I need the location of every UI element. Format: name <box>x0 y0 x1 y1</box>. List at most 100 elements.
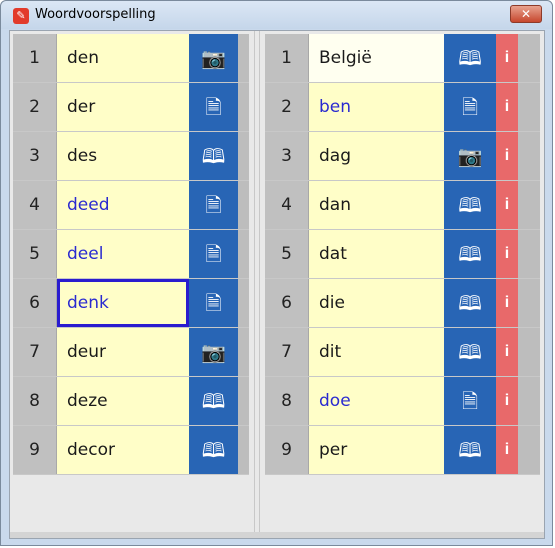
item-number: 2 <box>13 83 57 131</box>
suggestion-word[interactable]: doe <box>309 377 444 425</box>
list-item[interactable]: 4 deed 🗎 <box>13 181 249 230</box>
list-item[interactable]: 5 dat 🕮 i <box>265 230 540 279</box>
book-icon[interactable]: 🕮 <box>444 328 496 376</box>
book-icon[interactable]: 🕮 <box>444 426 496 474</box>
book-icon[interactable]: 🕮 <box>444 279 496 327</box>
book-icon[interactable]: 🕮 <box>444 34 496 82</box>
list-item[interactable]: 5 deel 🗎 <box>13 230 249 279</box>
info-icon[interactable]: i <box>496 426 518 474</box>
suggestion-word[interactable]: deed <box>57 181 189 229</box>
info-icon[interactable]: i <box>496 279 518 327</box>
list-divider <box>254 31 260 538</box>
camera-icon[interactable]: 📷 <box>189 328 238 376</box>
row-spacer <box>518 34 540 82</box>
item-number: 1 <box>265 34 309 82</box>
item-number: 3 <box>265 132 309 180</box>
row-spacer <box>238 132 249 180</box>
window-title: Woordvoorspelling <box>35 7 156 22</box>
suggestion-word[interactable]: ben <box>309 83 444 131</box>
row-spacer <box>518 83 540 131</box>
bottom-bar <box>10 532 544 538</box>
item-number: 5 <box>265 230 309 278</box>
row-spacer <box>518 377 540 425</box>
item-number: 4 <box>265 181 309 229</box>
item-number: 7 <box>265 328 309 376</box>
info-icon[interactable]: i <box>496 230 518 278</box>
item-number: 7 <box>13 328 57 376</box>
list-item[interactable]: 4 dan 🕮 i <box>265 181 540 230</box>
list-item[interactable]: 8 deze 🕮 <box>13 377 249 426</box>
info-icon[interactable]: i <box>496 181 518 229</box>
info-icon[interactable]: i <box>496 83 518 131</box>
row-spacer <box>238 426 249 474</box>
document-icon[interactable]: 🗎 <box>189 230 238 278</box>
title-bar[interactable]: ✎ Woordvoorspelling ✕ <box>1 1 552 29</box>
suggestion-word[interactable]: denk <box>57 279 189 327</box>
book-icon[interactable]: 🕮 <box>444 230 496 278</box>
list-item[interactable]: 1 België 🕮 i <box>265 34 540 83</box>
row-spacer <box>518 328 540 376</box>
info-icon[interactable]: i <box>496 34 518 82</box>
suggestion-word[interactable]: die <box>309 279 444 327</box>
left-word-list: 1 den 📷 2 der 🗎 3 des 🕮 4 deed 🗎 5 deel 🗎 6 denk 🗎 7 deur 📷 8… <box>13 34 249 475</box>
suggestion-word[interactable]: deze <box>57 377 189 425</box>
list-item[interactable]: 1 den 📷 <box>13 34 249 83</box>
row-spacer <box>238 230 249 278</box>
word-lists-area: 1 den 📷 2 der 🗎 3 des 🕮 4 deed 🗎 5 deel 🗎 6 denk 🗎 7 deur 📷 8… <box>9 30 545 539</box>
document-icon[interactable]: 🗎 <box>444 377 496 425</box>
suggestion-word[interactable]: dit <box>309 328 444 376</box>
suggestion-word[interactable]: der <box>57 83 189 131</box>
suggestion-word[interactable]: per <box>309 426 444 474</box>
suggestion-word[interactable]: den <box>57 34 189 82</box>
suggestion-word[interactable]: decor <box>57 426 189 474</box>
list-item[interactable]: 6 die 🕮 i <box>265 279 540 328</box>
item-number: 5 <box>13 230 57 278</box>
row-spacer <box>518 426 540 474</box>
info-icon[interactable]: i <box>496 328 518 376</box>
suggestion-word[interactable]: deel <box>57 230 189 278</box>
row-spacer <box>518 181 540 229</box>
document-icon[interactable]: 🗎 <box>189 181 238 229</box>
info-icon[interactable]: i <box>496 377 518 425</box>
book-icon[interactable]: 🕮 <box>189 377 238 425</box>
suggestion-word[interactable]: des <box>57 132 189 180</box>
list-item[interactable]: 7 deur 📷 <box>13 328 249 377</box>
row-spacer <box>518 132 540 180</box>
suggestion-word[interactable]: deur <box>57 328 189 376</box>
item-number: 9 <box>265 426 309 474</box>
camera-icon[interactable]: 📷 <box>444 132 496 180</box>
item-number: 3 <box>13 132 57 180</box>
info-icon[interactable]: i <box>496 132 518 180</box>
document-icon[interactable]: 🗎 <box>189 279 238 327</box>
list-item[interactable]: 7 dit 🕮 i <box>265 328 540 377</box>
item-number: 2 <box>265 83 309 131</box>
item-number: 1 <box>13 34 57 82</box>
right-word-list: 1 België 🕮 i 2 ben 🗎 i 3 dag 📷 i 4 dan 🕮 i 5 dat 🕮 i 6 die 🕮 i 7… <box>265 34 540 475</box>
row-spacer <box>238 377 249 425</box>
item-number: 8 <box>13 377 57 425</box>
row-spacer <box>238 34 249 82</box>
list-item[interactable]: 2 der 🗎 <box>13 83 249 132</box>
suggestion-word[interactable]: dag <box>309 132 444 180</box>
list-item[interactable]: 6 denk 🗎 <box>13 279 249 328</box>
suggestion-word[interactable]: België <box>309 34 444 82</box>
list-item[interactable]: 8 doe 🗎 i <box>265 377 540 426</box>
document-icon[interactable]: 🗎 <box>444 83 496 131</box>
suggestion-word[interactable]: dan <box>309 181 444 229</box>
suggestion-word[interactable]: dat <box>309 230 444 278</box>
list-item[interactable]: 9 per 🕮 i <box>265 426 540 475</box>
book-icon[interactable]: 🕮 <box>444 181 496 229</box>
row-spacer <box>238 181 249 229</box>
document-icon[interactable]: 🗎 <box>189 83 238 131</box>
item-number: 6 <box>13 279 57 327</box>
list-item[interactable]: 3 dag 📷 i <box>265 132 540 181</box>
list-item[interactable]: 3 des 🕮 <box>13 132 249 181</box>
camera-icon[interactable]: 📷 <box>189 34 238 82</box>
list-item[interactable]: 2 ben 🗎 i <box>265 83 540 132</box>
book-icon[interactable]: 🕮 <box>189 132 238 180</box>
app-icon: ✎ <box>13 8 29 24</box>
close-button[interactable]: ✕ <box>510 5 542 23</box>
item-number: 8 <box>265 377 309 425</box>
book-icon[interactable]: 🕮 <box>189 426 238 474</box>
list-item[interactable]: 9 decor 🕮 <box>13 426 249 475</box>
